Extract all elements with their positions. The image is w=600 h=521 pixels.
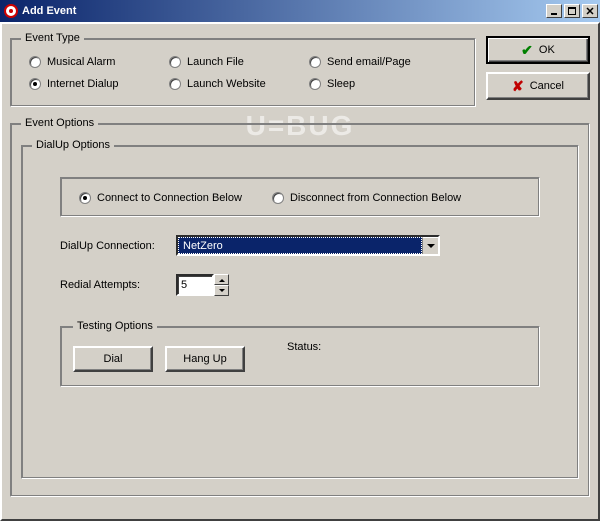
- connection-label: DialUp Connection:: [60, 240, 170, 252]
- radio-launch-website[interactable]: Launch Website: [169, 78, 309, 90]
- minimize-button[interactable]: [546, 4, 562, 18]
- close-button[interactable]: [582, 4, 598, 18]
- dialup-options-group: DialUp Options Connect to Connection Bel…: [21, 139, 579, 479]
- radio-disconnect[interactable]: Disconnect from Connection Below: [272, 192, 461, 204]
- event-options-legend: Event Options: [21, 117, 98, 129]
- redial-spinner[interactable]: [176, 274, 229, 296]
- testing-options-group: Testing Options Dial Hang Up Status:: [60, 320, 540, 387]
- event-type-legend: Event Type: [21, 32, 84, 44]
- checkmark-icon: ✔: [521, 42, 533, 59]
- dial-button[interactable]: Dial: [73, 346, 153, 372]
- window-title: Add Event: [22, 5, 546, 17]
- title-bar: Add Event: [0, 0, 600, 22]
- cross-icon: ✘: [512, 78, 524, 95]
- spin-down-icon[interactable]: [214, 285, 229, 296]
- dialup-mode-group: Connect to Connection Below Disconnect f…: [60, 177, 540, 217]
- connection-value: NetZero: [178, 237, 422, 254]
- status-label: Status:: [287, 341, 321, 353]
- chevron-down-icon[interactable]: [422, 237, 438, 254]
- spin-up-icon[interactable]: [214, 274, 229, 285]
- radio-launch-file[interactable]: Launch File: [169, 56, 309, 68]
- radio-send-email[interactable]: Send email/Page: [309, 56, 459, 68]
- radio-connect[interactable]: Connect to Connection Below: [79, 192, 242, 204]
- event-type-group: Event Type Musical Alarm Launch File Sen…: [10, 32, 476, 107]
- event-options-group: Event Options DialUp Options Connect to …: [10, 117, 590, 497]
- redial-input[interactable]: [176, 274, 214, 296]
- ok-button[interactable]: ✔ OK: [486, 36, 590, 64]
- radio-sleep[interactable]: Sleep: [309, 78, 459, 90]
- testing-legend: Testing Options: [73, 320, 157, 332]
- maximize-button[interactable]: [564, 4, 580, 18]
- redial-label: Redial Attempts:: [60, 279, 170, 291]
- cancel-button[interactable]: ✘ Cancel: [486, 72, 590, 100]
- connection-combo[interactable]: NetZero: [176, 235, 440, 256]
- dialup-options-legend: DialUp Options: [32, 139, 114, 151]
- dialog-body: U=BUG Event Type Musical Alarm Launch Fi…: [0, 22, 600, 521]
- app-icon: [4, 4, 18, 18]
- hangup-button[interactable]: Hang Up: [165, 346, 245, 372]
- radio-musical-alarm[interactable]: Musical Alarm: [29, 56, 169, 68]
- radio-internet-dialup[interactable]: Internet Dialup: [29, 78, 169, 90]
